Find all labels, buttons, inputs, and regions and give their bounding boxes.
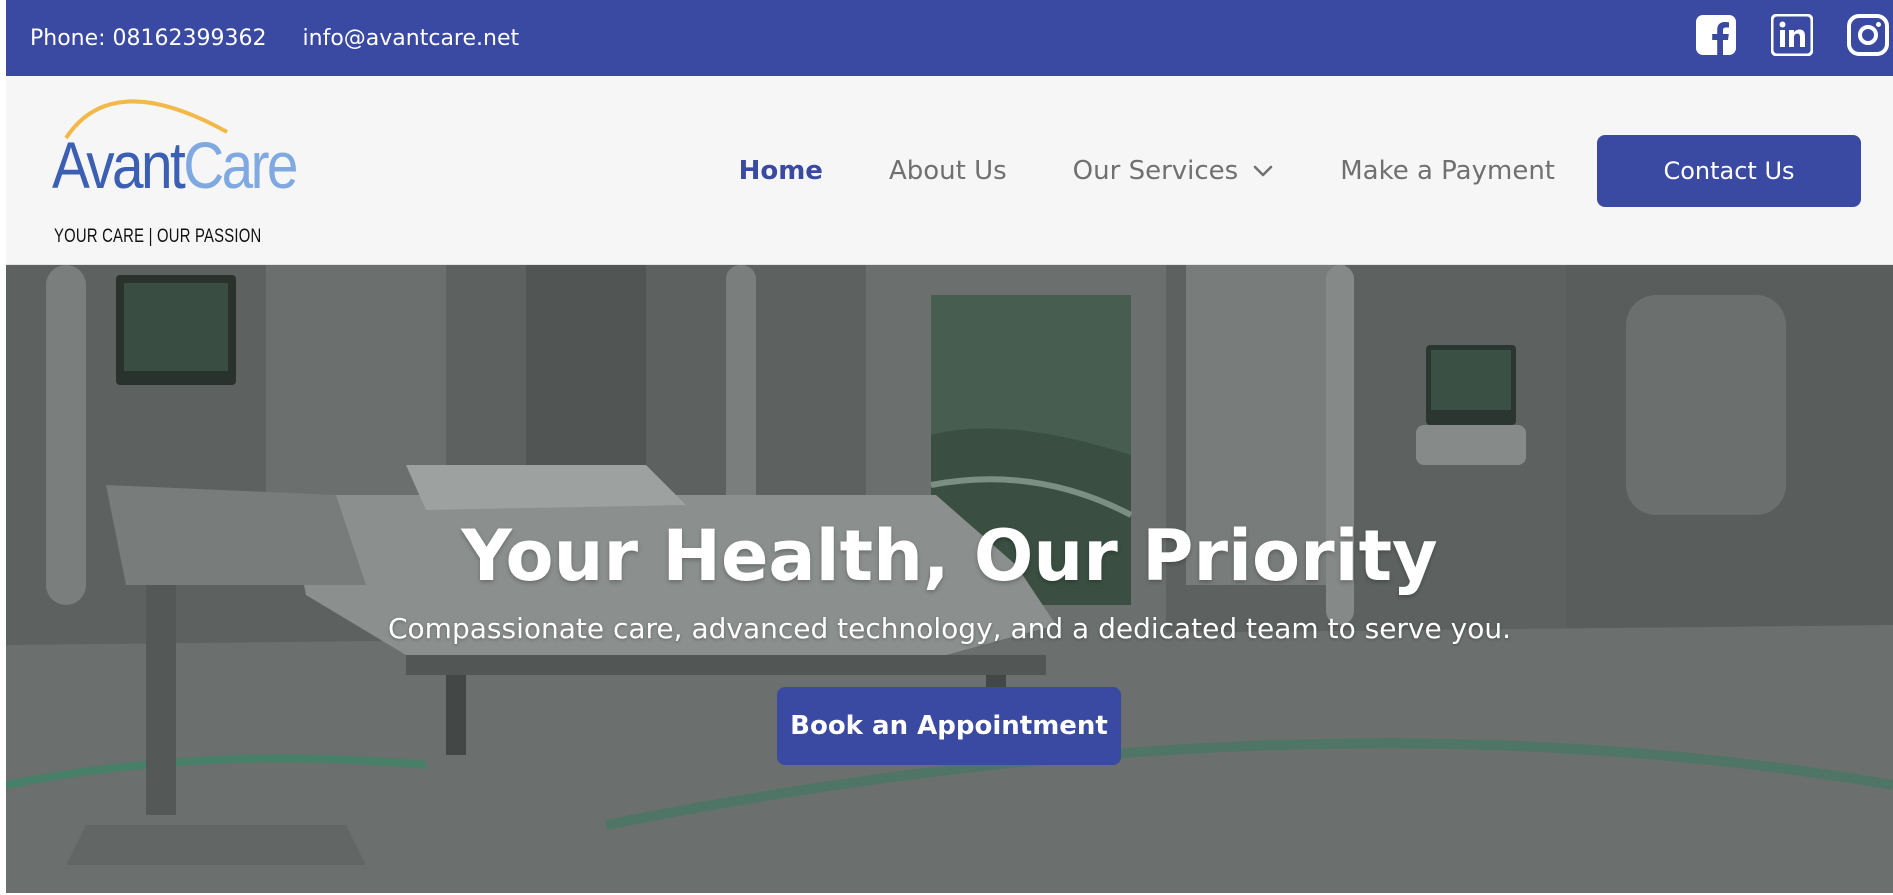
page-frame: Phone: 08162399362 info@avantcare.net Av…	[6, 0, 1893, 893]
nav-home-label: Home	[738, 156, 823, 186]
avantcare-logo[interactable]: AvantCare YOUR CARE | OUR PASSION	[52, 86, 299, 256]
nav-home[interactable]: Home	[739, 156, 823, 186]
contact-us-button[interactable]: Contact Us	[1597, 135, 1861, 207]
phone-text[interactable]: Phone: 08162399362	[30, 26, 267, 51]
hero-subtitle: Compassionate care, advanced technology,…	[388, 612, 1511, 645]
nav-about-us[interactable]: About Us	[889, 156, 1007, 186]
site-header: AvantCare YOUR CARE | OUR PASSION Home A…	[6, 76, 1893, 265]
logo-tagline: YOUR CARE | OUR PASSION	[54, 226, 262, 247]
logo-wordmark: AvantCare	[52, 132, 299, 198]
nav-services-label: Our Services	[1072, 156, 1239, 186]
nav-our-services[interactable]: Our Services	[1073, 156, 1275, 186]
nav-make-a-payment[interactable]: Make a Payment	[1340, 156, 1555, 186]
hero-title: Your Health, Our Priority	[461, 515, 1438, 597]
logo-word-care: Care	[183, 128, 298, 202]
social-links	[1695, 14, 1893, 56]
email-text[interactable]: info@avantcare.net	[303, 26, 520, 51]
logo-word-avant: Avant	[52, 128, 186, 202]
facebook-icon[interactable]	[1695, 14, 1737, 56]
main-nav: Home About Us Our Services Make a Paymen…	[739, 135, 1861, 207]
top-contact-bar: Phone: 08162399362 info@avantcare.net	[6, 0, 1893, 76]
hero-content: Your Health, Our Priority Compassionate …	[6, 265, 1893, 893]
contact-info: Phone: 08162399362 info@avantcare.net	[6, 26, 519, 51]
book-appointment-button[interactable]: Book an Appointment	[777, 687, 1121, 765]
nav-about-label: About Us	[888, 156, 1007, 186]
nav-payment-label: Make a Payment	[1340, 156, 1555, 186]
linkedin-icon[interactable]	[1771, 14, 1813, 56]
instagram-icon[interactable]	[1847, 14, 1889, 56]
hero-section: Your Health, Our Priority Compassionate …	[6, 265, 1893, 893]
chevron-down-icon	[1252, 164, 1274, 178]
